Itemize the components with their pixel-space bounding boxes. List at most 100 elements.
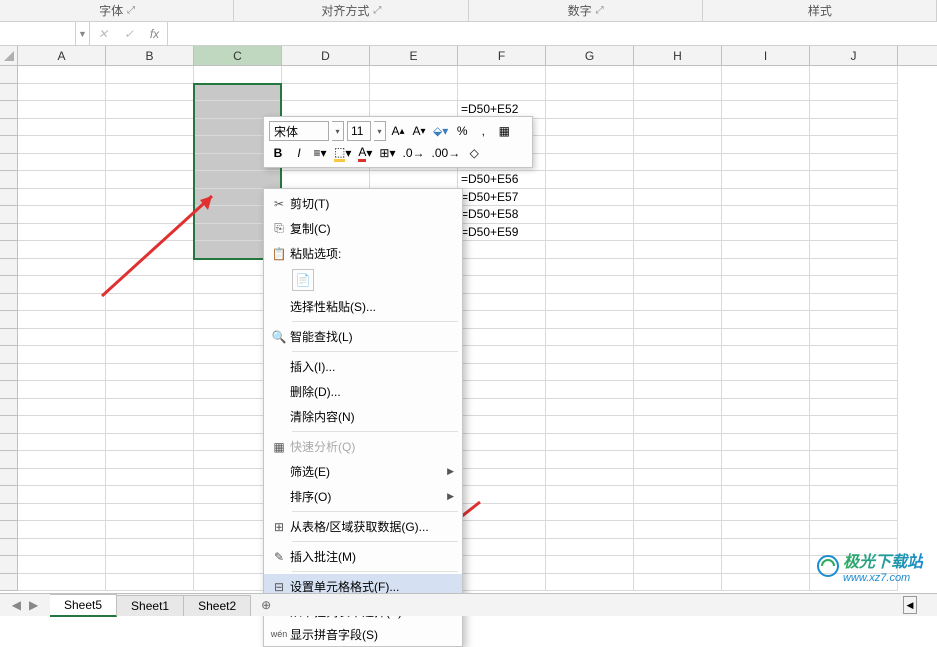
- cell[interactable]: [810, 84, 898, 102]
- cell[interactable]: [546, 136, 634, 154]
- cell[interactable]: [810, 364, 898, 382]
- cell[interactable]: [634, 311, 722, 329]
- cell[interactable]: [634, 521, 722, 539]
- cell[interactable]: [106, 469, 194, 487]
- cell[interactable]: [722, 136, 810, 154]
- cell[interactable]: [106, 66, 194, 84]
- cell[interactable]: [18, 434, 106, 452]
- dialog-launcher-icon[interactable]: ⤢: [127, 5, 135, 16]
- cell[interactable]: [546, 521, 634, 539]
- cell[interactable]: [106, 399, 194, 417]
- cell[interactable]: [546, 399, 634, 417]
- cell[interactable]: [18, 556, 106, 574]
- cell[interactable]: [546, 119, 634, 137]
- cell[interactable]: [722, 119, 810, 137]
- cell[interactable]: [810, 66, 898, 84]
- cell[interactable]: [18, 416, 106, 434]
- cell[interactable]: [634, 259, 722, 277]
- row-header[interactable]: [0, 521, 18, 539]
- cell[interactable]: [458, 84, 546, 102]
- cell[interactable]: [282, 84, 370, 102]
- cell[interactable]: [810, 346, 898, 364]
- cell[interactable]: [810, 189, 898, 207]
- cell[interactable]: [722, 469, 810, 487]
- cell[interactable]: [546, 84, 634, 102]
- borders-icon[interactable]: ⊞▾: [377, 143, 397, 163]
- cell[interactable]: [458, 364, 546, 382]
- italic-button[interactable]: I: [290, 143, 308, 163]
- menu-paste-special[interactable]: 选择性粘贴(S)...: [264, 294, 462, 319]
- col-header-d[interactable]: D: [282, 46, 370, 65]
- cell[interactable]: [634, 294, 722, 312]
- row-header[interactable]: [0, 539, 18, 557]
- cell[interactable]: [722, 171, 810, 189]
- cell[interactable]: [810, 381, 898, 399]
- cell[interactable]: [546, 416, 634, 434]
- cell[interactable]: [634, 364, 722, 382]
- cell[interactable]: [458, 294, 546, 312]
- fill-color-icon[interactable]: ⬚▾: [332, 143, 353, 163]
- cell[interactable]: [546, 276, 634, 294]
- cell[interactable]: [18, 101, 106, 119]
- cell[interactable]: [194, 171, 282, 189]
- cell[interactable]: [722, 451, 810, 469]
- cell[interactable]: [458, 241, 546, 259]
- cell[interactable]: [458, 259, 546, 277]
- cell[interactable]: [546, 381, 634, 399]
- cell[interactable]: [106, 311, 194, 329]
- dialog-launcher-icon[interactable]: ⤢: [373, 5, 381, 16]
- row-header[interactable]: [0, 486, 18, 504]
- cell[interactable]: [634, 224, 722, 242]
- cell[interactable]: [810, 504, 898, 522]
- cell[interactable]: [634, 416, 722, 434]
- col-header-j[interactable]: J: [810, 46, 898, 65]
- cell[interactable]: [194, 66, 282, 84]
- cell[interactable]: [458, 504, 546, 522]
- row-header[interactable]: [0, 66, 18, 84]
- cell[interactable]: [546, 171, 634, 189]
- row-header[interactable]: [0, 451, 18, 469]
- cell[interactable]: [106, 504, 194, 522]
- menu-cut[interactable]: ✂ 剪切(T): [264, 191, 462, 216]
- cell[interactable]: [722, 346, 810, 364]
- cell[interactable]: [18, 521, 106, 539]
- cell[interactable]: [722, 154, 810, 172]
- col-header-a[interactable]: A: [18, 46, 106, 65]
- cell[interactable]: [106, 346, 194, 364]
- cell[interactable]: [458, 66, 546, 84]
- cell[interactable]: [106, 574, 194, 592]
- cell[interactable]: [634, 329, 722, 347]
- cell[interactable]: [18, 311, 106, 329]
- sheet-tab[interactable]: Sheet2: [184, 595, 251, 616]
- cell[interactable]: [722, 521, 810, 539]
- cell[interactable]: [458, 539, 546, 557]
- cell[interactable]: [18, 241, 106, 259]
- col-header-f[interactable]: F: [458, 46, 546, 65]
- cell[interactable]: [810, 101, 898, 119]
- cell[interactable]: [18, 504, 106, 522]
- cell[interactable]: [810, 259, 898, 277]
- row-header[interactable]: [0, 556, 18, 574]
- row-header[interactable]: [0, 434, 18, 452]
- cell[interactable]: [546, 224, 634, 242]
- cell[interactable]: [106, 521, 194, 539]
- row-header[interactable]: [0, 189, 18, 207]
- cell[interactable]: [106, 189, 194, 207]
- cell[interactable]: [106, 119, 194, 137]
- cell[interactable]: [18, 486, 106, 504]
- cell[interactable]: [458, 381, 546, 399]
- format-painter-icon[interactable]: ▦: [495, 121, 513, 141]
- menu-phonetic[interactable]: wén 显示拼音字段(S): [264, 624, 462, 644]
- cell[interactable]: [18, 171, 106, 189]
- cell[interactable]: [18, 451, 106, 469]
- cell[interactable]: [810, 171, 898, 189]
- cell[interactable]: [810, 469, 898, 487]
- cell[interactable]: [370, 84, 458, 102]
- cell[interactable]: [634, 241, 722, 259]
- cell[interactable]: =D50+E56: [458, 171, 546, 189]
- cell[interactable]: [722, 259, 810, 277]
- fx-icon[interactable]: fx: [142, 22, 168, 45]
- row-header[interactable]: [0, 206, 18, 224]
- cell[interactable]: [634, 101, 722, 119]
- row-header[interactable]: [0, 136, 18, 154]
